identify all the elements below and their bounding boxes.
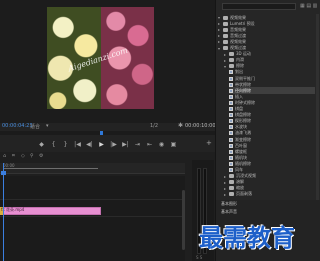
folder-icon (229, 174, 234, 179)
folder-icon (223, 46, 228, 50)
current-timecode[interactable]: 00:00:04:23 (2, 123, 33, 129)
step-forward-icon[interactable]: |▶ (110, 141, 118, 148)
transition-icon (229, 100, 233, 105)
marker-icon[interactable]: ◆ (38, 141, 46, 148)
duration-timecode: 00:00:10:00 (185, 123, 216, 129)
wrench-icon[interactable]: ✱ (178, 122, 183, 129)
essential-sound-tab[interactable]: 基本声音 (221, 209, 237, 215)
settings-icon[interactable]: ⚙ (39, 153, 43, 159)
play-icon[interactable]: ▶ (98, 141, 106, 148)
transition-icon (229, 125, 233, 130)
chevron-right-icon[interactable]: ▸ (223, 192, 227, 197)
transition-icon (229, 168, 233, 172)
chevron-down-icon[interactable]: ▾ (46, 123, 49, 129)
track-divider (0, 216, 185, 217)
folder-icon (223, 39, 228, 44)
transition-icon (229, 94, 233, 99)
fit-dropdown[interactable]: 适合 (30, 123, 40, 130)
tracks-area[interactable] (0, 176, 185, 261)
linked-selection-icon[interactable]: ⌗ (12, 153, 15, 159)
playhead-handle[interactable] (1, 171, 6, 175)
timeline-scrollbar[interactable] (182, 190, 185, 250)
go-to-out-icon[interactable]: ▶| (122, 141, 130, 148)
folder-icon (223, 15, 228, 20)
transport-controls: ◆ {} |◀ ◀| ▶ |▶ ▶| ⇥ ⇤ ◉ ▣ (0, 138, 215, 150)
clip-label: fx 花朵.mp4 (1, 207, 25, 212)
folder-icon (229, 52, 234, 57)
transition-icon (229, 149, 233, 154)
playback-resolution-dropdown[interactable]: 1/2 (150, 123, 158, 129)
insert-icon[interactable]: ⇥ (134, 141, 142, 148)
folder-icon (229, 64, 234, 69)
transition-icon (229, 161, 233, 166)
folder-icon (229, 180, 234, 185)
work-area-bar[interactable] (3, 168, 98, 169)
transition-icon (229, 155, 233, 160)
effects-scrollbar[interactable] (316, 14, 319, 200)
overwrite-icon[interactable]: ⇤ (146, 141, 154, 148)
chevron-down-icon[interactable]: ▾ (217, 46, 221, 51)
in-point-icon[interactable]: { (50, 141, 58, 148)
transition-icon (229, 88, 233, 93)
folder-icon (223, 27, 228, 32)
meter-solo-labels[interactable]: S S (196, 255, 202, 260)
go-to-in-icon[interactable]: |◀ (74, 141, 82, 148)
effects-item-label: 页面剥落 (236, 191, 252, 197)
transition-icon (229, 119, 233, 124)
chevron-down-icon[interactable]: ▾ (223, 64, 227, 69)
video-preview[interactable]: Aigedianzi.com (47, 7, 154, 109)
effects-item[interactable]: ▸ 页面剥落 (223, 191, 315, 198)
timeline-playhead[interactable] (3, 163, 4, 261)
add-marker-icon[interactable]: ◇ (21, 153, 25, 159)
monitor-scrubber[interactable] (0, 131, 215, 135)
snap-icon[interactable]: ⌂ (3, 153, 6, 159)
wrench-icon[interactable]: ⚲ (30, 153, 34, 159)
transition-icon (229, 131, 233, 136)
folder-icon (229, 192, 234, 197)
transition-icon (229, 70, 233, 75)
transition-icon (229, 107, 233, 111)
compare-icon[interactable]: ▣ (170, 141, 178, 148)
track-divider (0, 199, 185, 200)
transition-icon (229, 82, 233, 87)
transition-icon (229, 137, 233, 142)
monitor-playhead[interactable] (100, 131, 103, 135)
folder-icon (229, 186, 234, 191)
effects-search-input[interactable] (222, 3, 296, 10)
folder-icon (223, 33, 228, 38)
transition-icon (229, 143, 233, 148)
transition-icon (229, 76, 233, 81)
folder-icon (229, 58, 234, 63)
panel-view-icons[interactable]: ▦ ▤ ▥ (300, 3, 317, 9)
essential-graphics-tab[interactable]: 基本图形 (221, 201, 237, 207)
button-editor-icon[interactable]: + (206, 139, 212, 147)
folder-icon (223, 21, 228, 26)
out-point-icon[interactable]: } (62, 141, 70, 148)
timeline-toolbar: ⌂ ⌗ ◇ ⚲ ⚙ (0, 153, 215, 163)
step-back-icon[interactable]: ◀| (86, 141, 94, 148)
transition-icon (229, 113, 233, 118)
export-frame-icon[interactable]: ◉ (158, 141, 166, 148)
brand-logo: 最需教育 (199, 224, 295, 252)
